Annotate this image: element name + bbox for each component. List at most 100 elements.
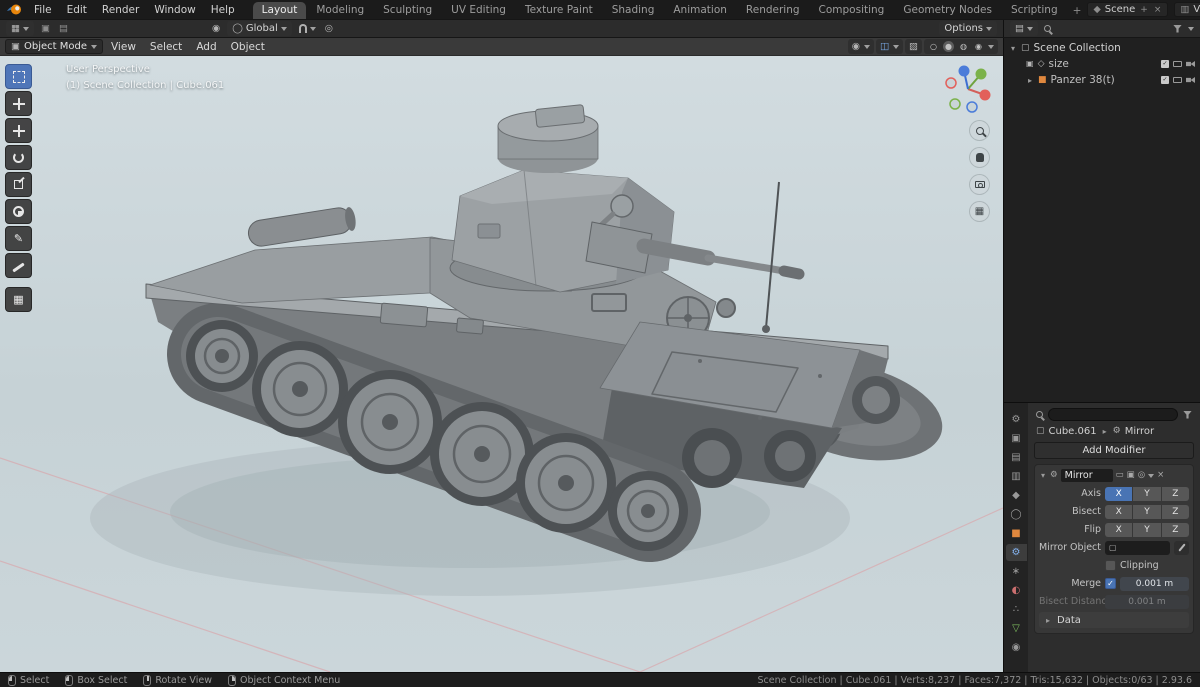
tab-physics[interactable]: ◐: [1006, 582, 1027, 599]
exclude-checkbox-icon[interactable]: ✓: [1161, 76, 1169, 84]
proportional-editing-toggle[interactable]: ◎: [323, 21, 335, 36]
workspace-tab-sculpting[interactable]: Sculpting: [374, 2, 441, 19]
render-display-icon[interactable]: ◎: [1138, 471, 1145, 480]
orthographic-toggle-button[interactable]: ▦: [969, 201, 990, 222]
flip-x-button[interactable]: X: [1105, 522, 1133, 537]
workspace-tab-rendering[interactable]: Rendering: [737, 2, 809, 19]
expand-arrow-icon[interactable]: ▸: [1026, 76, 1034, 85]
add-cube-tool[interactable]: ▦: [5, 287, 32, 312]
add-workspace-button[interactable]: +: [1068, 3, 1087, 19]
move-tool[interactable]: [5, 118, 32, 143]
viewport-canvas[interactable]: [0, 56, 1003, 672]
select-box-tool[interactable]: [5, 64, 32, 89]
tab-render[interactable]: ▣: [1006, 430, 1027, 447]
rotate-tool[interactable]: [5, 145, 32, 170]
eyedropper-button[interactable]: [1174, 540, 1189, 555]
menu-file[interactable]: File: [27, 3, 59, 17]
collection-checkbox-icon[interactable]: ▣: [1026, 60, 1034, 68]
outliner-filter-icon[interactable]: [1173, 24, 1182, 33]
disable-render-icon[interactable]: [1186, 77, 1195, 83]
xray-toggle-icon[interactable]: ▧: [909, 42, 918, 52]
tab-view-layer[interactable]: ▥: [1006, 468, 1027, 485]
tab-material[interactable]: ◉: [1006, 639, 1027, 656]
new-scene-button[interactable]: +: [1139, 5, 1149, 15]
menu-render[interactable]: Render: [95, 3, 146, 17]
workspace-tab-compositing[interactable]: Compositing: [810, 2, 894, 19]
tab-tool[interactable]: ⚙: [1006, 411, 1027, 428]
tab-constraints[interactable]: ∴: [1006, 601, 1027, 618]
3d-viewport[interactable]: User Perspective (1) Scene Collection | …: [0, 56, 1003, 672]
tab-output[interactable]: ▤: [1006, 449, 1027, 466]
viewport-menu-add[interactable]: Add: [190, 40, 222, 54]
wireframe-shading-icon[interactable]: ○: [928, 41, 939, 52]
interaction-mode-dropdown[interactable]: ▣ Object Mode: [5, 39, 103, 54]
close-icon[interactable]: ×: [1157, 471, 1164, 480]
unlink-scene-button[interactable]: ×: [1153, 5, 1163, 15]
workspace-tab-modeling[interactable]: Modeling: [307, 2, 373, 19]
tool-option-icon-2[interactable]: ▤: [59, 24, 68, 34]
tab-scene[interactable]: ◆: [1006, 487, 1027, 504]
expand-arrow-icon[interactable]: ▾: [1009, 44, 1017, 53]
breadcrumb-object[interactable]: Cube.061: [1049, 426, 1097, 437]
viewport-menu-view[interactable]: View: [105, 40, 142, 54]
scene-selector[interactable]: ◆ Scene + ×: [1087, 2, 1169, 17]
outliner-row-size[interactable]: ▣ ◇ size ✓: [1004, 56, 1200, 72]
disable-render-icon[interactable]: [1186, 61, 1195, 67]
scale-tool[interactable]: [5, 172, 32, 197]
menu-help[interactable]: Help: [204, 3, 242, 17]
tab-object-data[interactable]: ▽: [1006, 620, 1027, 637]
editor-type-selector[interactable]: ▦: [6, 21, 34, 36]
material-shading-icon[interactable]: ◍: [958, 41, 969, 52]
tool-option-icon-1[interactable]: ▣: [41, 24, 50, 34]
data-subpanel-header[interactable]: ▸ Data: [1039, 612, 1189, 628]
camera-view-button[interactable]: [969, 174, 990, 195]
tab-object[interactable]: ■: [1006, 525, 1027, 542]
merge-threshold-field[interactable]: 0.001 m: [1120, 576, 1189, 591]
navigation-gizmo[interactable]: [941, 62, 995, 119]
tab-particles[interactable]: ∗: [1006, 563, 1027, 580]
disable-viewport-icon[interactable]: [1173, 61, 1182, 67]
workspace-tab-layout[interactable]: Layout: [252, 2, 307, 19]
transform-orientation-dropdown[interactable]: ◯ Global: [227, 21, 292, 36]
bisect-z-button[interactable]: Z: [1161, 504, 1189, 519]
tab-world[interactable]: ◯: [1006, 506, 1027, 523]
workspace-tab-shading[interactable]: Shading: [603, 2, 664, 19]
menu-window[interactable]: Window: [147, 3, 202, 17]
show-gizmo-icon[interactable]: ◉: [852, 42, 860, 52]
bisect-y-button[interactable]: Y: [1133, 504, 1161, 519]
mirror-object-field[interactable]: ▢: [1105, 540, 1170, 555]
pivot-point-icon[interactable]: ◉: [212, 24, 220, 34]
modifier-name-field[interactable]: Mirror: [1060, 468, 1113, 482]
viewport-menu-select[interactable]: Select: [144, 40, 188, 54]
add-modifier-button[interactable]: Add Modifier: [1034, 442, 1194, 459]
workspace-tab-animation[interactable]: Animation: [664, 2, 736, 19]
merge-checkbox[interactable]: ✓: [1105, 578, 1116, 589]
solid-shading-icon[interactable]: ●: [943, 41, 954, 52]
outliner-row-panzer[interactable]: ▸ ■ Panzer 38(t) ✓: [1004, 72, 1200, 88]
view-layer-selector[interactable]: ▥ View Layer ×: [1174, 2, 1200, 17]
disable-viewport-icon[interactable]: [1173, 77, 1182, 83]
realtime-display-icon[interactable]: ▣: [1127, 471, 1135, 480]
bisect-distance-field[interactable]: 0.001 m: [1105, 594, 1189, 609]
pan-button[interactable]: [969, 147, 990, 168]
axis-z-button[interactable]: Z: [1161, 486, 1189, 501]
properties-search-input[interactable]: [1048, 408, 1178, 421]
workspace-tab-uv-editing[interactable]: UV Editing: [442, 2, 515, 19]
workspace-tab-geometry-nodes[interactable]: Geometry Nodes: [894, 2, 1001, 19]
menu-edit[interactable]: Edit: [60, 3, 94, 17]
snap-toggle[interactable]: [297, 21, 318, 36]
cursor-tool[interactable]: [5, 91, 32, 116]
edit-mode-display-icon[interactable]: ▭: [1116, 471, 1124, 480]
options-dropdown[interactable]: Options: [939, 21, 997, 36]
show-overlays-icon[interactable]: ◫: [880, 42, 889, 52]
annotate-tool[interactable]: ✎: [5, 226, 32, 251]
workspace-tab-texture-paint[interactable]: Texture Paint: [516, 2, 602, 19]
flip-z-button[interactable]: Z: [1161, 522, 1189, 537]
outliner-row-scene-collection[interactable]: ▾ ▢ Scene Collection: [1004, 40, 1200, 56]
outliner-editor-type-selector[interactable]: ▤: [1010, 21, 1038, 36]
modifier-extras-chevron-icon[interactable]: [1148, 473, 1155, 481]
filter-icon[interactable]: [1183, 410, 1192, 419]
tab-modifiers[interactable]: ⚙: [1005, 544, 1027, 561]
transform-tool[interactable]: [5, 199, 32, 224]
measure-tool[interactable]: [5, 253, 32, 278]
